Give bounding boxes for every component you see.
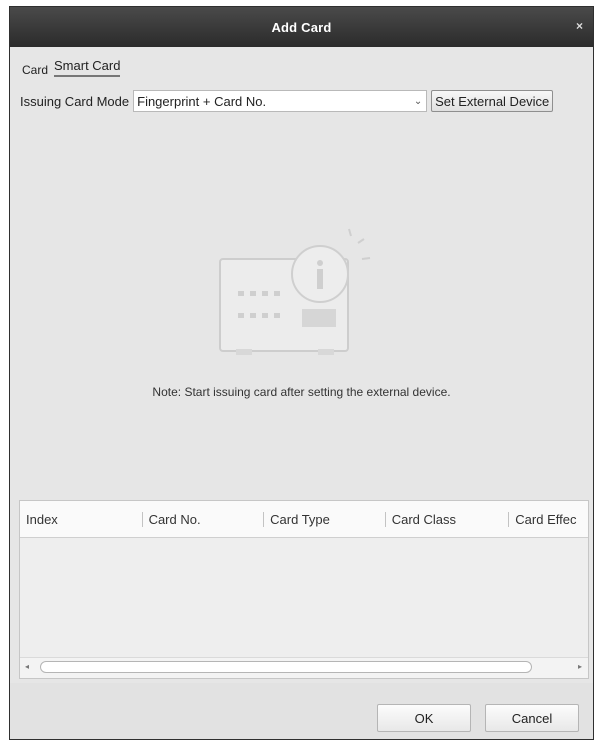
issuing-mode-label: Issuing Card Mode xyxy=(20,93,130,109)
column-header-card-type[interactable]: Card Type xyxy=(263,511,385,527)
ok-button[interactable]: OK xyxy=(377,704,471,732)
column-header-index[interactable]: Index xyxy=(20,512,142,527)
close-icon[interactable]: × xyxy=(576,19,583,33)
tab-bar: Card Smart Card xyxy=(22,58,121,77)
issuing-mode-value: Fingerprint + Card No. xyxy=(137,93,267,109)
chevron-down-icon[interactable]: ⌄ xyxy=(410,91,426,111)
scroll-left-icon[interactable]: ◂ xyxy=(25,662,29,671)
scrollbar-thumb[interactable] xyxy=(40,661,532,673)
column-header-card-effective[interactable]: Card Effec xyxy=(508,511,588,527)
card-table: Index Card No. Card Type Card Class Card… xyxy=(19,500,589,679)
tab-smart-card[interactable]: Smart Card xyxy=(54,58,121,77)
scroll-right-icon[interactable]: ▸ xyxy=(578,662,582,671)
horizontal-scrollbar[interactable]: ◂ ▸ xyxy=(20,657,588,678)
issuing-mode-select[interactable]: Fingerprint + Card No. ⌄ xyxy=(133,90,428,112)
dialog-footer: OK Cancel xyxy=(10,683,593,739)
dialog-title: Add Card xyxy=(271,19,332,35)
cancel-button[interactable]: Cancel xyxy=(485,704,579,732)
note-text: Note: Start issuing card after setting t… xyxy=(152,385,451,399)
add-card-dialog: Add Card × Card Smart Card Issuing Card … xyxy=(9,6,594,740)
table-header: Index Card No. Card Type Card Class Card… xyxy=(20,501,588,538)
column-header-card-no[interactable]: Card No. xyxy=(141,511,264,527)
title-bar[interactable]: Add Card × xyxy=(10,7,593,47)
tab-card[interactable]: Card xyxy=(22,63,48,77)
issuing-mode-row: Issuing Card Mode Fingerprint + Card No.… xyxy=(20,89,554,113)
set-external-device-button[interactable]: Set External Device xyxy=(431,90,554,112)
card-reader-info-icon xyxy=(208,219,378,374)
column-header-card-class[interactable]: Card Class xyxy=(384,511,509,527)
